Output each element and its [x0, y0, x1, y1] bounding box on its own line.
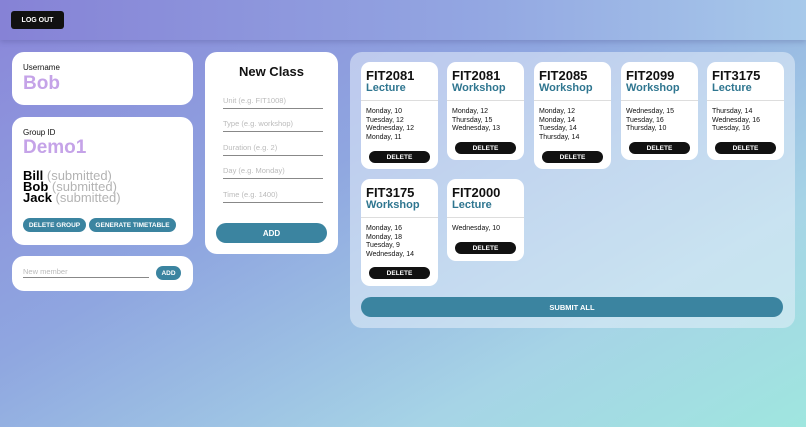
- delete-class-button[interactable]: DELETE: [542, 151, 603, 163]
- class-card: FIT2099 Workshop Wednesday, 15 Tuesday, 1…: [621, 62, 698, 160]
- username-label: Username: [23, 63, 60, 72]
- type-input[interactable]: Type (e.g. workshop): [223, 119, 323, 132]
- class-card: FIT2081 Lecture Monday, 10 Tuesday, 12 Wed…: [361, 62, 438, 169]
- class-card: FIT2081 Workshop Monday, 12 Thursday, 15 W…: [447, 62, 524, 160]
- delete-class-button[interactable]: DELETE: [369, 267, 430, 279]
- class-code: FIT2099: [626, 68, 675, 83]
- class-code: FIT2081: [452, 68, 501, 83]
- class-code: FIT2081: [366, 68, 415, 83]
- divider: [621, 100, 698, 101]
- logout-button[interactable]: LOG OUT: [11, 11, 64, 29]
- class-days: Wednesday, 15 Tuesday, 16 Thursday, 10: [626, 108, 674, 133]
- divider: [361, 217, 438, 218]
- class-card: FIT3175 Workshop Monday, 16 Monday, 18 Tue…: [361, 179, 438, 286]
- class-days: Monday, 12 Thursday, 15 Wednesday, 13: [452, 108, 500, 133]
- class-card: FIT3175 Lecture Thursday, 14 Wednesday, 1…: [707, 62, 784, 160]
- submit-all-button[interactable]: SUBMIT ALL: [361, 297, 783, 317]
- new-class-card: New Class Unit (e.g. FIT1008) Type (e.g.…: [205, 52, 338, 254]
- member-list: Bill (submitted) Bob (submitted) Jack (s…: [23, 169, 121, 205]
- class-code: FIT2085: [539, 68, 588, 83]
- add-member-button[interactable]: ADD: [156, 266, 181, 280]
- divider: [447, 100, 524, 101]
- class-type: Workshop: [539, 82, 593, 94]
- class-code: FIT3175: [366, 185, 415, 200]
- class-days: Monday, 10 Tuesday, 12 Wednesday, 12 Monday…: [366, 108, 414, 141]
- new-class-title: New Class: [238, 64, 305, 79]
- group-id-label: Group ID: [23, 128, 56, 137]
- add-member-card: New member ADD: [12, 256, 193, 291]
- top-bar: LOG OUT: [0, 0, 806, 40]
- day-input[interactable]: Day (e.g. Monday): [223, 166, 323, 179]
- divider: [447, 217, 524, 218]
- divider: [707, 100, 784, 101]
- class-days: Monday, 12 Monday, 14 Tuesday, 14 Thursday,…: [539, 108, 580, 141]
- delete-class-button[interactable]: DELETE: [455, 242, 516, 254]
- class-type: Workshop: [452, 82, 506, 94]
- class-days: Thursday, 14 Wednesday, 16 Tuesday, 16: [712, 108, 760, 133]
- duration-input[interactable]: Duration (e.g. 2): [223, 143, 323, 156]
- class-card: FIT2000 Lecture Wednesday, 10 DELETE: [447, 179, 524, 261]
- class-days: Monday, 16 Monday, 18 Tuesday, 9 Wednesday,…: [366, 225, 414, 258]
- group-id-value: Demo1: [23, 137, 87, 158]
- delete-class-button[interactable]: DELETE: [715, 142, 776, 154]
- divider: [361, 100, 438, 101]
- new-member-input[interactable]: New member: [23, 267, 149, 278]
- divider: [534, 100, 611, 101]
- delete-class-button[interactable]: DELETE: [629, 142, 690, 154]
- class-type: Workshop: [626, 82, 680, 94]
- member-item: Jack (submitted): [23, 190, 121, 205]
- class-type: Lecture: [712, 82, 752, 94]
- class-card: FIT2085 Workshop Monday, 12 Monday, 14 Tue…: [534, 62, 611, 169]
- delete-class-button[interactable]: DELETE: [455, 142, 516, 154]
- class-type: Lecture: [452, 199, 492, 211]
- delete-class-button[interactable]: DELETE: [369, 151, 430, 163]
- username-value: Bob: [23, 73, 60, 94]
- add-class-button[interactable]: ADD: [216, 223, 327, 243]
- unit-input[interactable]: Unit (e.g. FIT1008): [223, 96, 323, 109]
- class-code: FIT2000: [452, 185, 501, 200]
- time-input[interactable]: Time (e.g. 1400): [223, 190, 323, 203]
- generate-timetable-button[interactable]: GENERATE TIMETABLE: [89, 218, 176, 232]
- class-type: Workshop: [366, 199, 420, 211]
- class-code: FIT3175: [712, 68, 761, 83]
- delete-group-button[interactable]: DELETE GROUP: [23, 218, 86, 232]
- class-type: Lecture: [366, 82, 406, 94]
- group-card: Group ID Demo1 Bill (submitted) Bob (sub…: [12, 117, 193, 245]
- class-days: Wednesday, 10: [452, 225, 500, 232]
- username-card: Username Bob: [12, 52, 193, 105]
